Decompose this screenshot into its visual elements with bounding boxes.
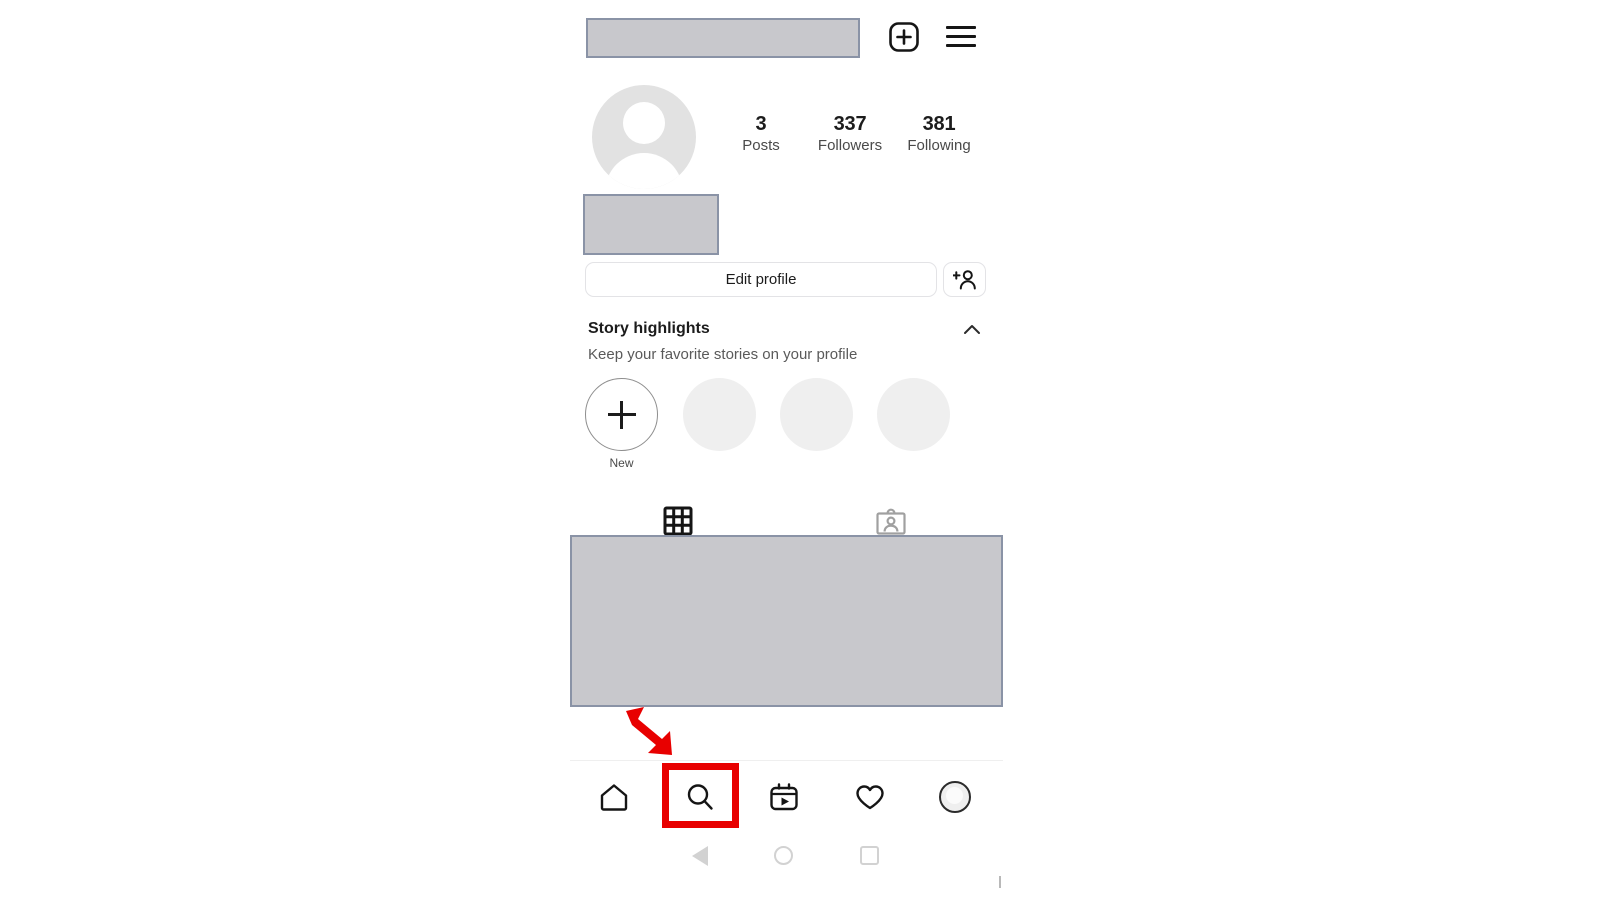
nav-profile[interactable]	[938, 780, 972, 814]
stat-followers[interactable]: 337 Followers	[804, 112, 896, 156]
tab-grid[interactable]	[662, 506, 694, 536]
hamburger-icon-line	[946, 44, 976, 47]
new-highlight-button[interactable]	[585, 378, 658, 451]
stat-posts-label: Posts	[742, 137, 780, 154]
highlight-placeholder[interactable]	[780, 378, 853, 451]
triangle-back-icon[interactable]	[692, 846, 708, 866]
avatar[interactable]	[592, 85, 696, 189]
chevron-up-icon	[964, 325, 980, 334]
stat-following-label: Following	[907, 137, 971, 154]
new-highlight-label: New	[609, 456, 634, 470]
story-highlights-title: Story highlights	[588, 320, 710, 337]
heart-icon	[856, 785, 884, 810]
bio-redacted-block	[583, 194, 719, 255]
stat-followers-value: 337	[833, 113, 867, 135]
edit-profile-label: Edit profile	[725, 271, 797, 288]
tagged-person-card-icon	[876, 508, 906, 535]
tab-tagged[interactable]	[875, 506, 907, 536]
nav-reels[interactable]	[767, 780, 801, 814]
reels-icon	[770, 783, 798, 811]
annotation-arrow-icon	[618, 705, 680, 760]
collapse-button[interactable]	[958, 318, 986, 342]
add-person-icon	[953, 269, 976, 289]
edit-profile-button[interactable]: Edit profile	[585, 262, 937, 297]
grid-icon	[663, 506, 693, 536]
stat-posts-value: 3	[755, 113, 767, 135]
avatar-head-shape	[623, 102, 665, 144]
bottom-navigation-bar	[570, 760, 1003, 830]
username-redacted-block	[586, 18, 860, 58]
post-grid-redacted-block	[570, 535, 1003, 707]
stat-following[interactable]: 381 Following	[892, 112, 986, 156]
discover-people-button[interactable]	[943, 262, 986, 297]
stat-followers-label: Followers	[817, 137, 883, 154]
home-icon	[600, 784, 628, 811]
avatar-icon-inner	[946, 787, 963, 804]
nav-activity[interactable]	[853, 780, 887, 814]
nav-home[interactable]	[597, 780, 631, 814]
annotation-highlight-box	[662, 763, 739, 828]
screen-edge-marker	[999, 876, 1001, 888]
stat-following-value: 381	[922, 113, 956, 135]
hamburger-icon-line	[946, 35, 976, 38]
android-system-navigation	[570, 832, 1003, 880]
stat-posts[interactable]: 3 Posts	[716, 112, 806, 156]
hamburger-icon-line	[946, 26, 976, 29]
menu-button[interactable]	[944, 21, 978, 53]
circle-home-icon[interactable]	[774, 846, 793, 865]
story-highlights-subtitle: Keep your favorite stories on your profi…	[588, 346, 858, 363]
add-post-button[interactable]	[888, 21, 920, 53]
square-recents-icon[interactable]	[860, 846, 879, 865]
plus-icon-horizontal	[607, 413, 636, 416]
highlight-placeholder[interactable]	[877, 378, 950, 451]
highlight-placeholder[interactable]	[683, 378, 756, 451]
avatar-body-shape	[605, 153, 683, 189]
phone-screenshot: 3 Posts 337 Followers 381 Following Edit…	[0, 0, 1600, 900]
plus-square-icon	[889, 22, 919, 52]
